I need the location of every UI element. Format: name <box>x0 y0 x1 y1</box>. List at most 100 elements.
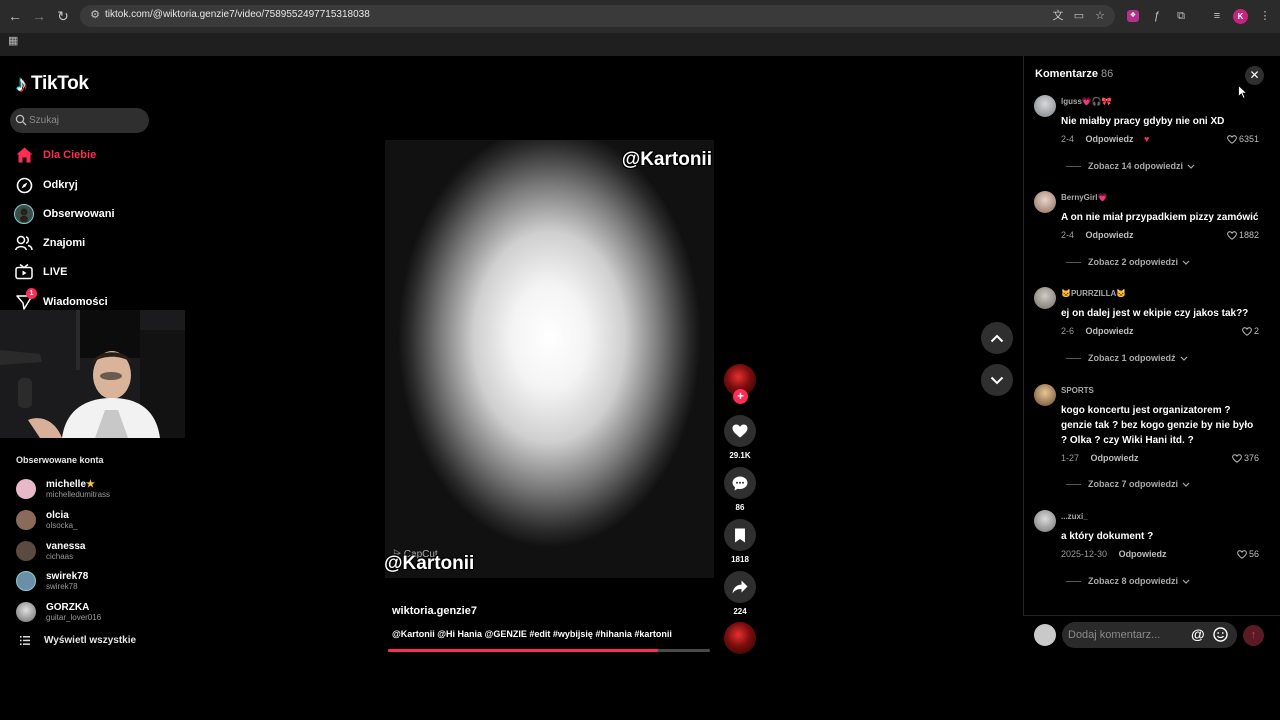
comment-like-button[interactable]: 56 <box>1237 549 1259 559</box>
view-replies-button[interactable]: Zobacz 1 odpowiedź <box>1066 353 1188 363</box>
reply-button[interactable]: Odpowiedz <box>1086 134 1134 144</box>
show-all-label: Wyświetl wszystkie <box>44 635 137 646</box>
reply-button[interactable]: Odpowiedz <box>1086 230 1134 240</box>
commenter-name[interactable]: SPORTS <box>1061 386 1094 395</box>
comment-like-button[interactable]: 2 <box>1242 326 1259 336</box>
comment-like-count: 56 <box>1248 549 1259 559</box>
webcam-image <box>0 310 185 438</box>
close-comments-button[interactable]: ✕ <box>1245 66 1264 85</box>
video-overlay-text-top: @Kartonii <box>621 149 712 170</box>
video-progress-bar[interactable] <box>388 649 710 652</box>
followed-account[interactable]: GORZKA guitar_lover016 <box>16 600 176 624</box>
nav-label: Obserwowani <box>43 208 115 220</box>
nav-friends[interactable]: Znajomi <box>14 232 164 254</box>
video-caption[interactable]: @Kartonii @Hi Hania @GENZIE #edit #wybij… <box>392 629 672 639</box>
comment-input-box[interactable] <box>1062 622 1237 648</box>
account-name: GORZKA <box>46 602 90 613</box>
messages-icon: 1 <box>14 288 37 312</box>
account-handle: swirek78 <box>46 582 78 591</box>
view-replies-button[interactable]: Zobacz 2 odpowiedzi <box>1066 257 1190 267</box>
mouse-cursor-icon <box>1238 85 1248 99</box>
save-button[interactable] <box>724 519 756 551</box>
reading-list-icon[interactable]: ≡ <box>1209 8 1225 24</box>
commenter-avatar[interactable] <box>1034 384 1056 406</box>
like-button[interactable] <box>724 415 756 447</box>
view-replies-button[interactable]: Zobacz 7 odpowiedzi <box>1066 479 1190 489</box>
extension-icon[interactable]: ❖ <box>1127 10 1139 22</box>
nav-following[interactable]: Obserwowani <box>14 203 164 225</box>
show-all-button[interactable]: Wyświetl wszystkie <box>20 635 136 646</box>
comments-count: 86 <box>1101 68 1114 80</box>
profile-avatar[interactable]: K <box>1233 9 1248 24</box>
comment-date: 2025-12-30 <box>1061 549 1108 559</box>
comment-like-count: 376 <box>1243 453 1259 463</box>
next-video-button[interactable] <box>981 364 1013 396</box>
view-replies-button[interactable]: Zobacz 8 odpowiedzi <box>1066 576 1190 586</box>
comment-date: 2-6 <box>1061 326 1075 336</box>
divider <box>1066 357 1081 359</box>
heart-outline-icon <box>1232 453 1242 463</box>
url-text[interactable]: tiktok.com/@wiktoria.genzie7/video/75895… <box>105 9 370 20</box>
account-name: swirek78 <box>46 571 89 582</box>
nav-explore[interactable]: Odkryj <box>14 174 164 196</box>
comment-like-button[interactable]: 6351 <box>1227 134 1259 144</box>
nav-live[interactable]: LIVE <box>14 261 164 283</box>
commenter-name[interactable]: lguss💗🎧🎀 <box>1061 97 1112 106</box>
like-count: 29.1K <box>729 451 751 460</box>
divider <box>1066 483 1081 485</box>
reply-button[interactable]: Odpowiedz <box>1119 549 1167 559</box>
extension-script-icon[interactable]: ƒ <box>1149 8 1165 24</box>
follow-plus-icon[interactable]: + <box>733 389 748 404</box>
search-input[interactable] <box>29 113 144 128</box>
following-avatar-icon <box>14 204 34 224</box>
view-replies-button[interactable]: Zobacz 14 odpowiedzi <box>1066 161 1195 171</box>
reply-button[interactable]: Odpowiedz <box>1086 326 1134 336</box>
nav-for-you[interactable]: Dla Ciebie <box>14 144 164 166</box>
browser-menu-icon[interactable]: ⋮ <box>1257 8 1273 24</box>
reply-button[interactable]: Odpowiedz <box>1091 453 1139 463</box>
tiktok-logo[interactable]: ♪ TikTok <box>16 71 89 96</box>
emoji-icon[interactable] <box>1213 627 1228 642</box>
music-disc-icon[interactable] <box>724 622 756 654</box>
share-button[interactable] <box>724 571 756 603</box>
comment-like-button[interactable]: 1882 <box>1227 230 1259 240</box>
followed-account[interactable]: vanessa cichaas <box>16 539 176 563</box>
video-progress-fill <box>388 649 659 652</box>
search-box[interactable] <box>10 108 149 133</box>
commenter-name[interactable]: ...zuxi_ <box>1061 512 1088 521</box>
commenter-name[interactable]: BernyGirl💗 <box>1061 193 1107 202</box>
mention-at-icon[interactable]: @ <box>1191 626 1205 642</box>
forward-arrow-icon[interactable]: → <box>31 8 47 24</box>
video-author[interactable]: wiktoria.genzie7 <box>392 605 477 617</box>
followed-account[interactable]: swirek78 swirek78 <box>16 569 176 593</box>
send-comment-button[interactable]: ↑ <box>1243 625 1264 646</box>
nav-label: Dla Ciebie <box>43 149 97 161</box>
back-arrow-icon[interactable]: ← <box>7 8 23 24</box>
followed-account[interactable]: michelle★ michelledumitrass <box>16 477 176 501</box>
previous-video-button[interactable] <box>981 322 1013 354</box>
account-avatar <box>16 602 36 622</box>
site-settings-icon[interactable]: ⚙ <box>88 8 102 22</box>
followed-account[interactable]: olcia olsocka_ <box>16 508 176 532</box>
comment-button[interactable] <box>724 467 756 499</box>
commenter-avatar[interactable] <box>1034 191 1056 213</box>
comment-input[interactable] <box>1068 627 1186 643</box>
translate-icon[interactable]: 文 <box>1050 8 1066 24</box>
extensions-puzzle-icon[interactable]: ⧉ <box>1173 8 1189 24</box>
address-bar[interactable]: ⚙ tiktok.com/@wiktoria.genzie7/video/758… <box>80 5 1115 27</box>
commenter-avatar[interactable] <box>1034 287 1056 309</box>
comment-like-button[interactable]: 376 <box>1232 453 1259 463</box>
commenter-name[interactable]: 🐱PURRZILLA🐱 <box>1061 289 1126 298</box>
account-handle: olsocka_ <box>46 521 78 530</box>
account-avatar <box>16 510 36 530</box>
following-accounts-title: Obserwowane konta <box>16 455 104 465</box>
cast-icon[interactable]: ▭ <box>1071 8 1087 24</box>
reload-icon[interactable]: ↻ <box>55 8 71 24</box>
commenter-avatar[interactable] <box>1034 510 1056 532</box>
video-player[interactable]: @Kartonii ⩥ CapCut @Kartonii <box>385 140 714 578</box>
chevron-down-icon <box>1182 482 1190 487</box>
bookmark-star-icon[interactable]: ☆ <box>1092 8 1108 24</box>
account-name: michelle★ <box>46 479 95 490</box>
apps-grid-icon[interactable]: ▦ <box>8 35 20 47</box>
commenter-avatar[interactable] <box>1034 95 1056 117</box>
